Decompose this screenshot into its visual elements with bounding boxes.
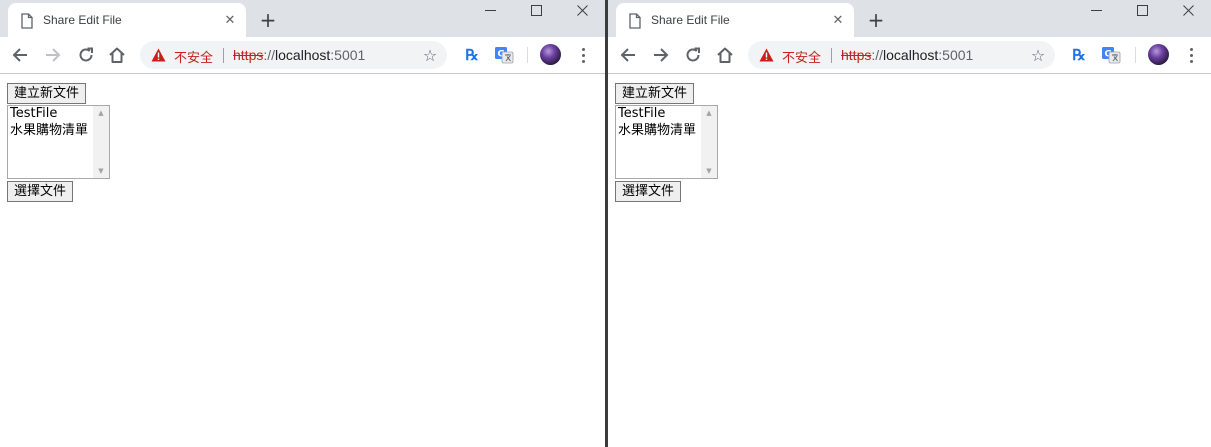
file-listbox[interactable]: TestFile 水果購物清單 ▲ ▼: [615, 105, 718, 179]
toolbar-divider: [527, 47, 528, 63]
close-tab-icon[interactable]: ✕: [830, 12, 846, 28]
omnibox-divider: [223, 48, 224, 63]
close-window-icon[interactable]: [1165, 0, 1211, 20]
list-option-testfile[interactable]: TestFile: [618, 106, 665, 122]
rx-extension-label: ℞: [465, 47, 479, 64]
url-separator: ://: [871, 47, 884, 63]
rx-extension-label: ℞: [1072, 47, 1086, 64]
warning-triangle-icon: [151, 48, 166, 62]
reload-icon[interactable]: [681, 43, 705, 67]
avatar[interactable]: [540, 44, 561, 65]
maximize-icon[interactable]: [513, 0, 559, 20]
browser-toolbar: 不安全 https://localhost:5001 ☆ ℞ G: [608, 37, 1211, 74]
tab-share-edit-file[interactable]: Share Edit File ✕: [616, 3, 854, 37]
rx-extension-icon[interactable]: ℞: [1067, 43, 1091, 67]
browser-window-right: Share Edit File ✕ + 不安全 https://localhos…: [608, 0, 1211, 447]
avatar[interactable]: [1148, 44, 1169, 65]
url-host: localhost: [275, 47, 331, 63]
tab-strip: Share Edit File ✕ +: [0, 0, 605, 37]
new-tab-button[interactable]: +: [864, 9, 888, 31]
select-file-button[interactable]: 選擇文件: [615, 181, 682, 202]
security-label[interactable]: 不安全: [782, 47, 821, 66]
star-icon[interactable]: ☆: [419, 44, 441, 66]
url-host: localhost: [883, 47, 939, 63]
listbox-scrollbar[interactable]: ▲ ▼: [701, 106, 717, 178]
create-new-file-button[interactable]: 建立新文件: [7, 83, 87, 104]
warning-triangle-icon: [759, 48, 774, 62]
page-icon: [629, 13, 641, 29]
address-bar[interactable]: 不安全 https://localhost:5001 ☆: [748, 41, 1055, 69]
browser-toolbar: 不安全 https://localhost:5001 ☆ ℞ G: [0, 37, 605, 74]
new-tab-button[interactable]: +: [256, 9, 280, 31]
page-content: 建立新文件 TestFile 水果購物清單 ▲ ▼ 選擇文件: [608, 74, 1211, 447]
maximize-icon[interactable]: [1119, 0, 1165, 20]
star-icon[interactable]: ☆: [1027, 44, 1049, 66]
minimize-icon[interactable]: [467, 0, 513, 20]
browser-window-left: Share Edit File ✕ + 不安全 https://localhos…: [0, 0, 605, 447]
close-tab-icon[interactable]: ✕: [222, 12, 238, 28]
security-label[interactable]: 不安全: [174, 47, 213, 66]
url-text[interactable]: https://localhost:5001: [233, 47, 365, 63]
scroll-up-arrow-icon[interactable]: ▲: [93, 106, 109, 120]
arrow-right-icon[interactable]: [649, 43, 673, 67]
toolbar-divider: [1135, 47, 1136, 63]
close-window-icon[interactable]: [559, 0, 605, 20]
url-scheme: https: [233, 47, 264, 63]
window-controls: [467, 0, 605, 24]
minimize-icon[interactable]: [1073, 0, 1119, 20]
url-text[interactable]: https://localhost:5001: [841, 47, 973, 63]
translate-icon[interactable]: G: [492, 43, 516, 67]
arrow-right-icon[interactable]: [41, 43, 65, 67]
rx-extension-icon[interactable]: ℞: [460, 43, 484, 67]
tab-share-edit-file[interactable]: Share Edit File ✕: [8, 3, 246, 37]
url-scheme: https: [841, 47, 872, 63]
arrow-left-icon[interactable]: [616, 43, 640, 67]
kebab-menu-icon[interactable]: [1183, 43, 1199, 67]
create-new-file-button[interactable]: 建立新文件: [615, 83, 695, 104]
page-content: 建立新文件 TestFile 水果購物清單 ▲ ▼ 選擇文件: [0, 74, 605, 447]
tab-title: Share Edit File: [43, 13, 122, 27]
tab-title: Share Edit File: [651, 13, 730, 27]
tab-strip: Share Edit File ✕ +: [608, 0, 1211, 37]
translate-icon[interactable]: G: [1099, 43, 1123, 67]
scroll-up-arrow-icon[interactable]: ▲: [701, 106, 717, 120]
arrow-left-icon[interactable]: [8, 43, 32, 67]
select-file-button[interactable]: 選擇文件: [7, 181, 74, 202]
scroll-down-arrow-icon[interactable]: ▼: [93, 164, 109, 178]
omnibox-divider: [831, 48, 832, 63]
kebab-menu-icon[interactable]: [575, 43, 591, 67]
list-option-fruit-shopping-list[interactable]: 水果購物清單: [618, 123, 696, 139]
window-controls: [1073, 0, 1211, 24]
home-icon[interactable]: [713, 43, 737, 67]
url-port: :5001: [330, 47, 366, 63]
file-listbox[interactable]: TestFile 水果購物清單 ▲ ▼: [7, 105, 110, 179]
home-icon[interactable]: [105, 43, 129, 67]
url-separator: ://: [263, 47, 276, 63]
address-bar[interactable]: 不安全 https://localhost:5001 ☆: [140, 41, 447, 69]
reload-icon[interactable]: [74, 43, 98, 67]
list-option-fruit-shopping-list[interactable]: 水果購物清單: [10, 123, 88, 139]
list-option-testfile[interactable]: TestFile: [10, 106, 57, 122]
url-port: :5001: [938, 47, 974, 63]
listbox-scrollbar[interactable]: ▲ ▼: [93, 106, 109, 178]
scroll-down-arrow-icon[interactable]: ▼: [701, 164, 717, 178]
page-icon: [21, 13, 33, 29]
